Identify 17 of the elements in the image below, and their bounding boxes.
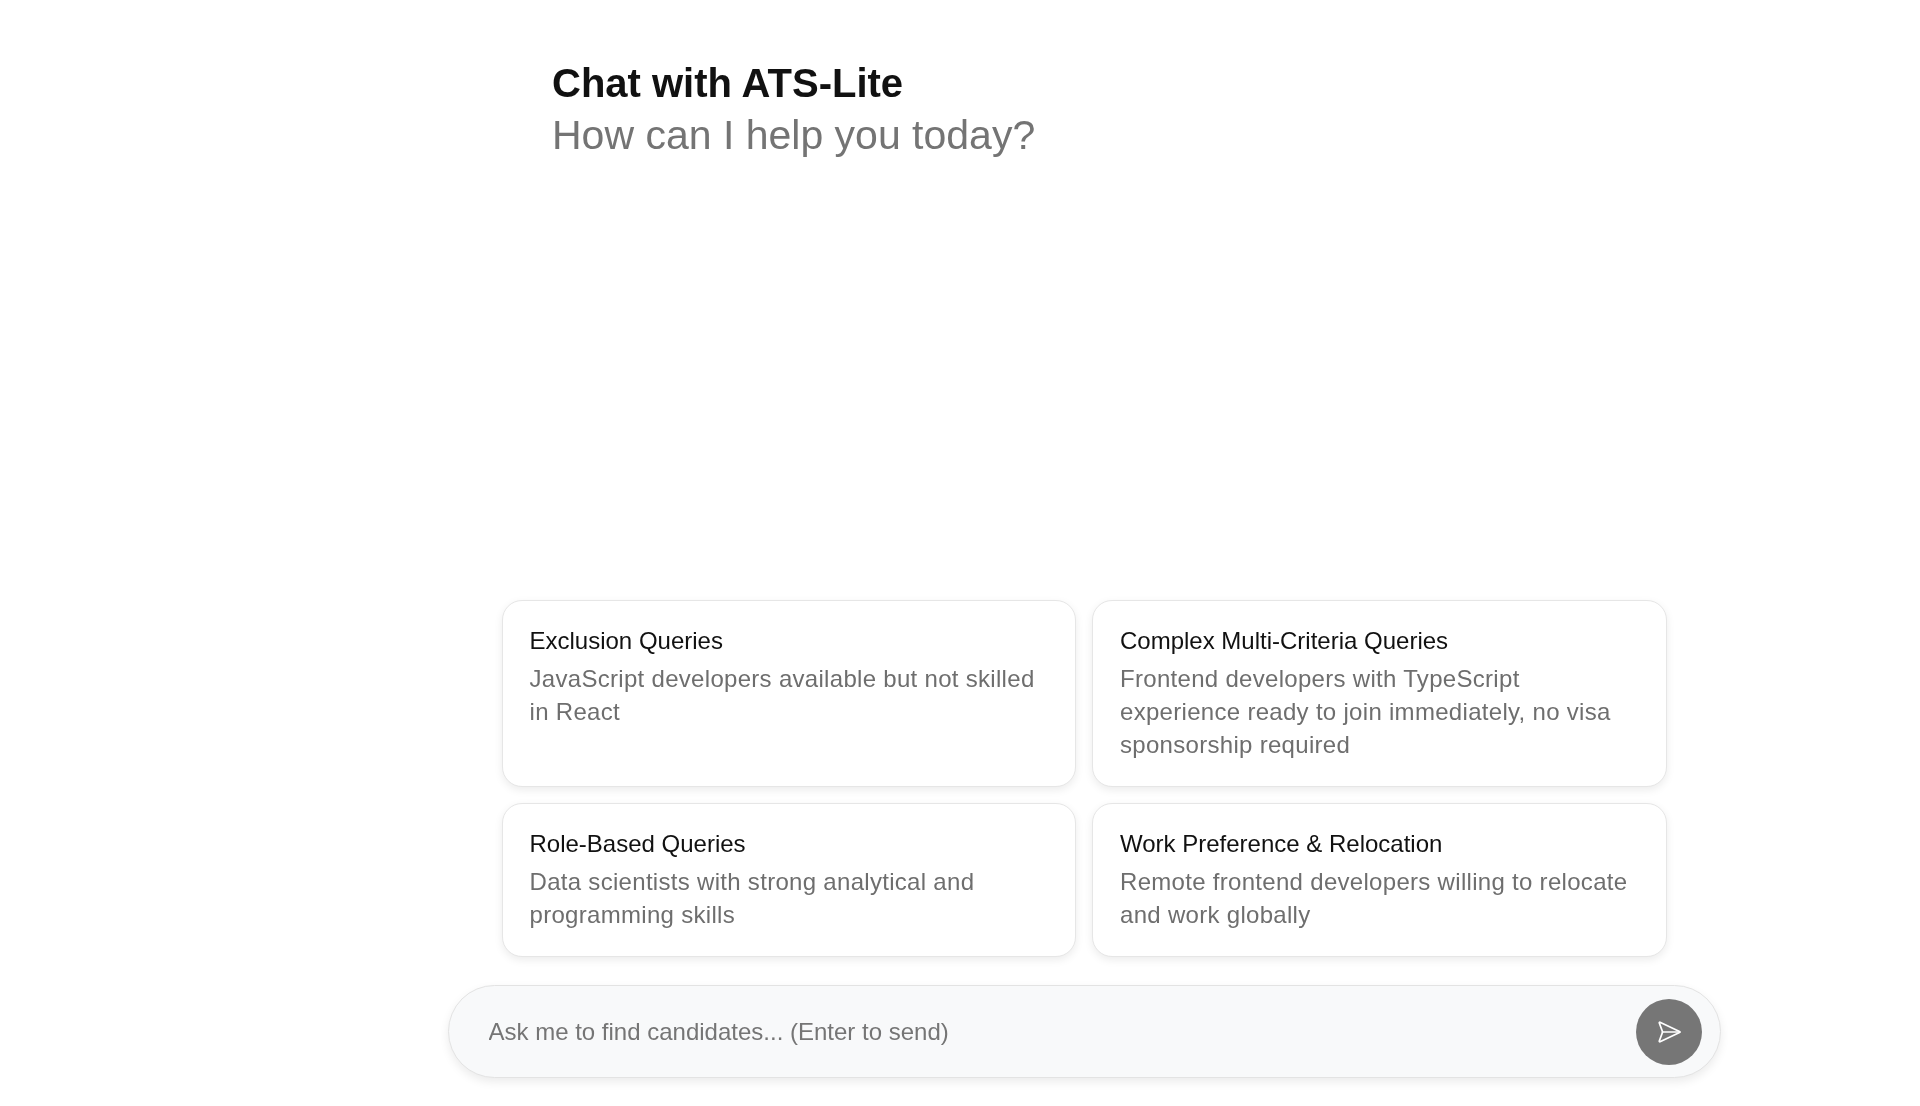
suggestion-card[interactable]: Work Preference & Relocation Remote frontend developers willing to relocate and work globally: [1092, 803, 1667, 957]
suggestion-description: Frontend developers with TypeScript experience ready to join immediately, no visa sponsorship required: [1120, 664, 1612, 760]
suggestion-title: Exclusion Queries: [529, 626, 723, 656]
suggestion-title: Work Preference & Relocation: [1120, 829, 1443, 859]
send-icon: [1655, 1018, 1682, 1045]
suggestion-description: JavaScript developers available but not skilled in React: [529, 664, 1036, 727]
suggestion-title: Role-Based Queries: [529, 829, 746, 859]
suggestion-description: Data scientists with strong analytical and programming skills: [529, 867, 976, 930]
suggestion-title: Complex Multi-Criteria Queries: [1120, 626, 1449, 656]
chat-subtitle: How can I help you today?: [552, 112, 1036, 158]
suggestion-card[interactable]: Role-Based Queries Data scientists with strong analytical and programming skills: [501, 803, 1076, 957]
message-input[interactable]: Ask me to find candidates... (Enter to send): [488, 1003, 1620, 1060]
suggestion-description: Remote frontend developers willing to relocate and work globally: [1120, 867, 1629, 930]
suggestion-card[interactable]: Exclusion Queries JavaScript developers available but not skilled in React: [501, 600, 1076, 787]
suggestion-card[interactable]: Complex Multi-Criteria Queries Frontend developers with TypeScript experience ready to join immediately, no visa sponsorship required: [1092, 600, 1667, 787]
chat-title: Chat with ATS-Lite: [552, 61, 904, 105]
message-composer[interactable]: Ask me to find candidates... (Enter to send): [447, 985, 1721, 1078]
